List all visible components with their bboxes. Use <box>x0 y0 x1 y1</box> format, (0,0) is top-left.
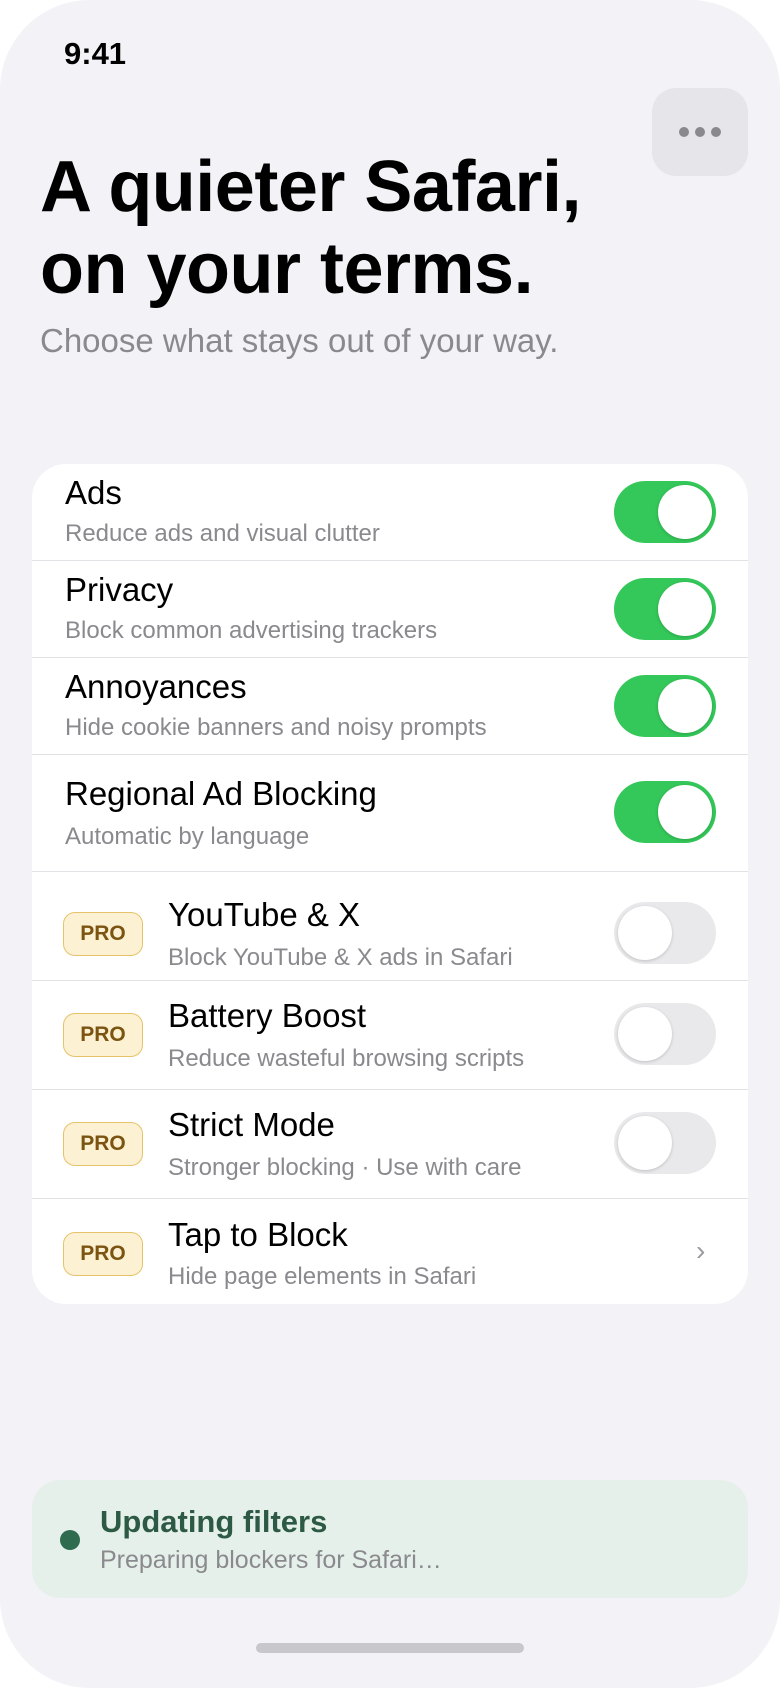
filters-card: Ads Reduce ads and visual clutter Privac… <box>32 464 748 1304</box>
chevron-right-icon: › <box>696 1235 706 1266</box>
filter-row-privacy: Privacy Block common advertising tracker… <box>32 561 748 658</box>
toggle-knob <box>618 1116 672 1170</box>
ellipsis-icon <box>711 127 721 137</box>
page-subtitle: Choose what stays out of your way. <box>40 322 559 359</box>
status-bar-time: 9:41 <box>64 36 127 71</box>
pro-badge: PRO <box>63 912 143 956</box>
strict-mode-toggle[interactable] <box>614 1112 716 1174</box>
filter-row-annoyances: Annoyances Hide cookie banners and noisy… <box>32 658 748 755</box>
status-dot-icon <box>60 1530 80 1550</box>
pro-badge: PRO <box>63 1013 143 1057</box>
annoyances-toggle[interactable] <box>614 675 716 737</box>
filter-row-battery-boost: PRO Battery Boost Reduce wasteful browsi… <box>32 981 748 1090</box>
privacy-toggle[interactable] <box>614 578 716 640</box>
filter-subtitle: Hide cookie banners and noisy prompts <box>65 714 487 741</box>
filter-subtitle: Block YouTube & X ads in Safari <box>168 944 513 971</box>
filter-title: YouTube & X <box>168 896 361 933</box>
page-title-line: on your terms. <box>40 229 534 309</box>
filter-subtitle: Block common advertising trackers <box>65 617 438 644</box>
toggle-knob <box>618 906 672 960</box>
filter-title: Tap to Block <box>168 1216 348 1253</box>
filter-subtitle: Hide page elements in Safari <box>168 1263 477 1290</box>
toggle-knob <box>658 679 712 733</box>
banner-subtitle: Preparing blockers for Safari… <box>100 1546 442 1574</box>
filter-subtitle: Automatic by language <box>65 823 310 850</box>
phone-screen: 9:41 A quieter Safari, on your terms. Ch… <box>0 0 780 1688</box>
home-indicator[interactable] <box>256 1643 524 1653</box>
pro-badge: PRO <box>63 1122 143 1166</box>
filter-row-strict-mode: PRO Strict Mode Stronger blocking · Use … <box>32 1090 748 1199</box>
filter-subtitle: Reduce ads and visual clutter <box>65 520 380 547</box>
regional-ad-blocking-toggle[interactable] <box>614 781 716 843</box>
banner-title: Updating filters <box>100 1504 328 1539</box>
ellipsis-icon <box>695 127 705 137</box>
toggle-knob <box>618 1007 672 1061</box>
toggle-knob <box>658 485 712 539</box>
filter-title: Annoyances <box>65 668 247 705</box>
ellipsis-icon <box>679 127 689 137</box>
filter-title: Privacy <box>65 571 174 608</box>
toggle-knob <box>658 582 712 636</box>
filter-title: Regional Ad Blocking <box>65 775 377 812</box>
update-status-banner: Updating filters Preparing blockers for … <box>32 1480 748 1598</box>
pro-badge: PRO <box>63 1232 143 1276</box>
filter-row-regional: Regional Ad Blocking Automatic by langua… <box>32 755 748 872</box>
page-title: A quieter Safari, on your terms. <box>40 146 740 310</box>
filter-subtitle: Stronger blocking · Use with care <box>168 1154 522 1181</box>
filter-title: Strict Mode <box>168 1106 335 1143</box>
filter-title: Battery Boost <box>168 997 367 1034</box>
toggle-knob <box>658 785 712 839</box>
page-title-line: A quieter Safari, <box>40 147 582 227</box>
filter-subtitle: Reduce wasteful browsing scripts <box>168 1045 525 1072</box>
filter-row-youtube-x: PRO YouTube & X Block YouTube & X ads in… <box>32 872 748 981</box>
filter-row-ads: Ads Reduce ads and visual clutter <box>32 464 748 561</box>
battery-boost-toggle[interactable] <box>614 1003 716 1065</box>
ads-toggle[interactable] <box>614 481 716 543</box>
filter-row-tap-to-block[interactable]: PRO Tap to Block Hide page elements in S… <box>32 1199 748 1304</box>
youtube-x-toggle[interactable] <box>614 902 716 964</box>
filter-title: Ads <box>65 474 122 511</box>
